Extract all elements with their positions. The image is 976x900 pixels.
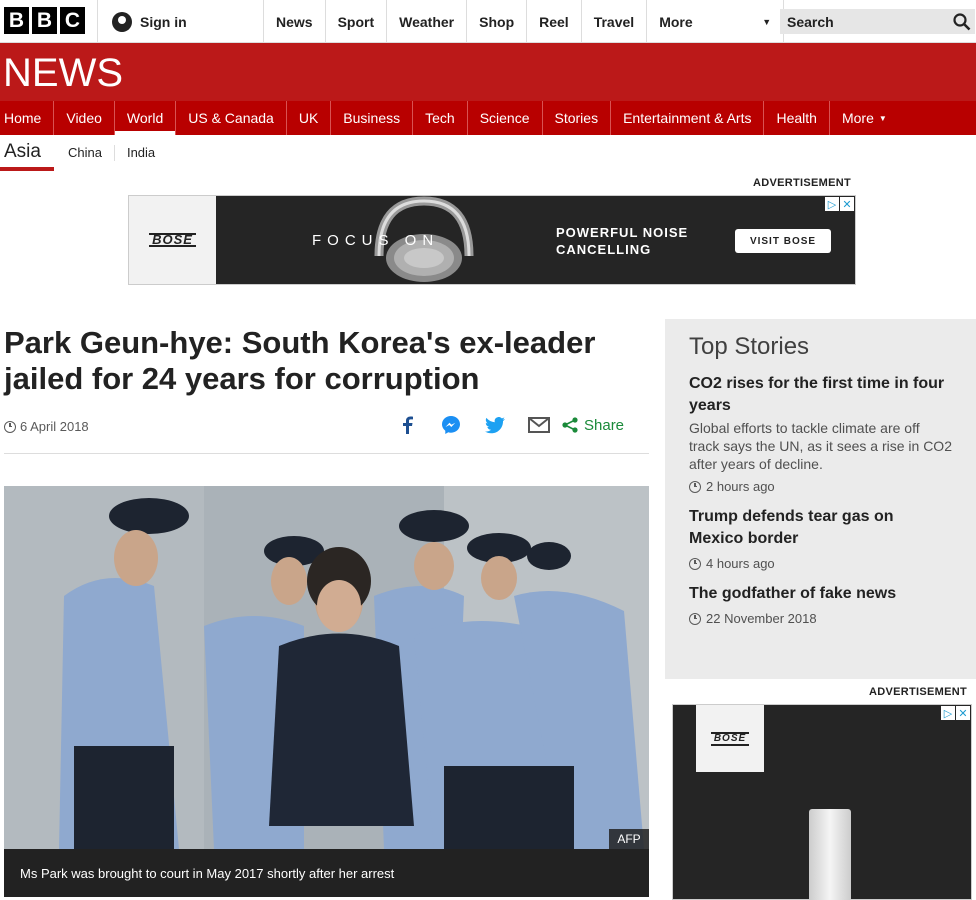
top-nav: News Sport Weather Shop Reel Travel More…	[263, 0, 785, 43]
top-story-time-text: 22 November 2018	[706, 611, 817, 626]
bose-banner-ad[interactable]: BOSE FOCUS ON POWERFUL NOISE CANCELLING …	[128, 195, 856, 285]
search-icon[interactable]	[953, 12, 971, 31]
adchoices-icon[interactable]: ▷	[941, 706, 955, 720]
bose-logo: BOSE	[149, 233, 196, 247]
section-nav-uk[interactable]: UK	[287, 101, 332, 135]
logo-letter-b2: B	[32, 7, 57, 34]
top-story-summary: Global efforts to tackle climate are off…	[689, 420, 952, 472]
section-nav-home[interactable]: Home	[0, 101, 55, 135]
article-headline: Park Geun-hye: South Korea's ex-leader j…	[4, 325, 596, 396]
section-nav-business[interactable]: Business	[331, 101, 414, 135]
top-story-time: 4 hours ago	[689, 556, 952, 571]
top-story-time-text: 2 hours ago	[706, 479, 775, 494]
bose-logo-panel: BOSE	[129, 196, 216, 284]
section-nav-tech[interactable]: Tech	[413, 101, 468, 135]
top-nav-more-label: More	[659, 13, 693, 30]
search-placeholder: Search	[787, 13, 834, 30]
caret-down-icon: ▼	[762, 16, 772, 27]
bose-logo: BOSE	[710, 731, 750, 746]
sign-in-label: Sign in	[140, 13, 187, 30]
bbc-logo[interactable]: B B C	[4, 7, 85, 34]
top-story-item[interactable]: CO2 rises for the first time in four yea…	[689, 373, 952, 494]
article-date: 6 April 2018	[4, 419, 89, 434]
advertisement-label: ADVERTISEMENT	[869, 686, 968, 698]
photo-caption: Ms Park was brought to court in May 2017…	[4, 849, 649, 897]
messenger-icon[interactable]	[440, 414, 462, 436]
bbc-masthead: B B C Sign in News Sport Weather Shop Re…	[0, 0, 976, 43]
news-logo[interactable]: NEWS	[3, 51, 123, 96]
top-story-headline[interactable]: Trump defends tear gas on Mexico border	[689, 506, 952, 550]
email-icon[interactable]	[528, 414, 550, 436]
caret-down-icon: ▼	[878, 113, 887, 123]
top-story-time: 22 November 2018	[689, 611, 952, 626]
sub-nav-china[interactable]: China	[56, 145, 115, 161]
top-nav-shop[interactable]: Shop	[466, 0, 526, 43]
ad-headline: POWERFUL NOISE CANCELLING	[556, 224, 688, 258]
ad-headline-line2: CANCELLING	[556, 242, 652, 257]
ad-close-icon[interactable]: ✕	[956, 706, 970, 720]
logo-letter-b1: B	[4, 7, 29, 34]
visit-bose-button[interactable]: VISIT BOSE	[735, 229, 831, 253]
sub-nav-india[interactable]: India	[115, 145, 167, 161]
section-nav-us-canada[interactable]: US & Canada	[176, 101, 287, 135]
section-nav-entertainment-arts[interactable]: Entertainment & Arts	[611, 101, 765, 135]
top-story-headline[interactable]: The godfather of fake news	[689, 583, 952, 605]
share-icon	[562, 417, 578, 433]
section-nav-world[interactable]: World	[114, 101, 177, 135]
top-story-time-text: 4 hours ago	[706, 556, 775, 571]
section-nav-stories[interactable]: Stories	[543, 101, 612, 135]
bose-logo-panel: BOSE	[696, 705, 764, 772]
adchoices[interactable]: ▷ ✕	[825, 197, 854, 211]
bose-side-ad[interactable]: BOSE ▷ ✕	[672, 704, 972, 900]
speaker-image	[809, 809, 851, 900]
facebook-icon[interactable]	[396, 414, 418, 436]
adchoices[interactable]: ▷ ✕	[941, 706, 970, 720]
news-banner: NEWS	[0, 43, 976, 101]
clock-icon	[689, 480, 701, 493]
top-nav-news[interactable]: News	[263, 0, 325, 43]
top-nav-more[interactable]: More ▼	[646, 0, 785, 43]
share-button[interactable]: Share	[562, 417, 624, 434]
top-nav-travel[interactable]: Travel	[580, 0, 646, 43]
clock-icon	[689, 557, 701, 570]
section-nav-video[interactable]: Video	[54, 101, 115, 135]
article-photo[interactable]	[4, 486, 649, 849]
photo-credit: AFP	[609, 829, 649, 849]
ad-headline-line1: POWERFUL NOISE	[556, 225, 689, 240]
sign-in-link[interactable]: Sign in	[97, 0, 263, 43]
section-nav-more[interactable]: More ▼	[830, 101, 899, 135]
adchoices-icon[interactable]: ▷	[825, 197, 839, 211]
sub-nav: Asia China India	[0, 135, 976, 171]
search-input[interactable]: Search	[780, 9, 975, 34]
clock-icon	[689, 612, 701, 625]
share-label: Share	[584, 416, 625, 434]
section-nav-more-label: More	[841, 110, 874, 126]
photo-officers-escorting-park	[4, 486, 649, 849]
section-nav-science[interactable]: Science	[468, 101, 543, 135]
advertisement-label: ADVERTISEMENT	[753, 177, 852, 189]
top-stories-panel: Top Stories CO2 rises for the first time…	[665, 319, 976, 679]
section-nav: Home Video World US & Canada UK Business…	[0, 101, 976, 135]
user-icon	[112, 11, 132, 32]
sub-nav-current-asia[interactable]: Asia	[0, 135, 54, 171]
top-story-item[interactable]: Trump defends tear gas on Mexico border …	[689, 506, 952, 571]
divider	[4, 453, 649, 454]
article-date-text: 6 April 2018	[20, 419, 89, 434]
top-stories-title: Top Stories	[689, 333, 810, 360]
share-tools: Share	[396, 414, 624, 436]
top-nav-reel[interactable]: Reel	[526, 0, 581, 43]
top-story-headline[interactable]: CO2 rises for the first time in four yea…	[689, 373, 952, 417]
top-story-item[interactable]: The godfather of fake news 22 November 2…	[689, 583, 952, 626]
top-nav-weather[interactable]: Weather	[386, 0, 466, 43]
logo-letter-c: C	[60, 7, 85, 34]
ad-tagline: FOCUS ON	[312, 232, 440, 249]
twitter-icon[interactable]	[484, 414, 506, 436]
ad-close-icon[interactable]: ✕	[840, 197, 854, 211]
section-nav-health[interactable]: Health	[764, 101, 830, 135]
clock-icon	[4, 420, 16, 433]
top-nav-sport[interactable]: Sport	[324, 0, 387, 43]
top-story-time: 2 hours ago	[689, 479, 952, 494]
